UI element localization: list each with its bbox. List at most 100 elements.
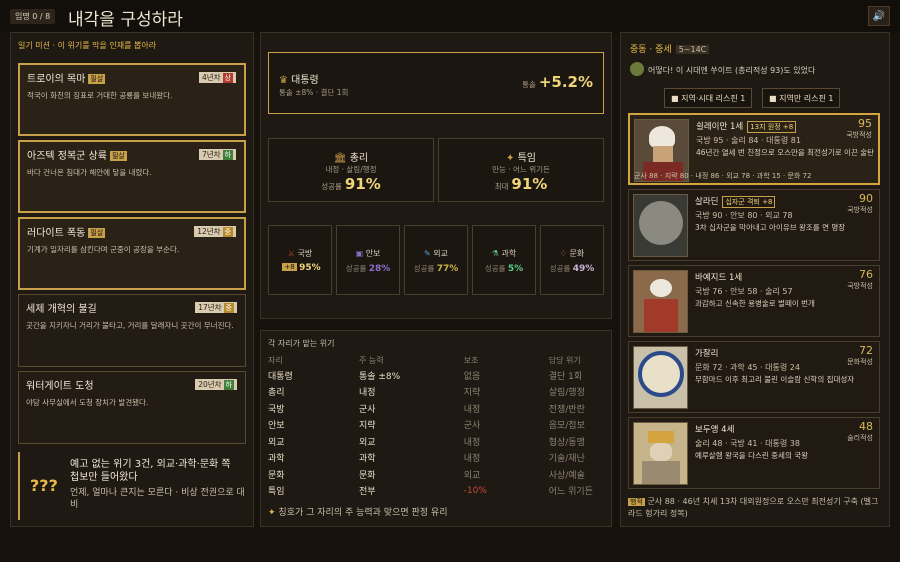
mystery-line1: 예고 없는 위기 3건, 외교·과학·문화 쪽 첩보만 들어왔다 xyxy=(70,459,231,483)
note-badge: 행적 xyxy=(628,498,645,506)
bonus-value: +5.2% xyxy=(538,73,593,91)
table-cell: 대통령 xyxy=(268,371,293,382)
mission-tag: 필살 xyxy=(88,74,106,84)
slot-label: 과학 xyxy=(501,249,517,258)
quill-icon: ✎ xyxy=(424,249,431,258)
advisor-text: 어떻다! 이 시대엔 쑤이트 (총리적성 93)도 있었다 xyxy=(648,66,816,75)
aptitude-value: 76 xyxy=(859,268,873,281)
page-title: 내각을 구성하라 xyxy=(68,10,183,30)
mission-title: 세제 개혁의 불길 xyxy=(26,304,97,315)
table-cell: 외교 xyxy=(268,437,285,448)
candidate-name: 가잘리 xyxy=(695,349,719,359)
slot-sub: 내정 · 살림/행정 xyxy=(325,165,377,174)
mission-card[interactable]: 세제 개혁의 불길 17년차 중 곳간을 지키자니 거리가 불타고, 거리를 달래… xyxy=(18,294,246,367)
slot-sub: 통솔 ±8% · 결단 1회 xyxy=(279,88,349,97)
chief-slot[interactable]: 🏛 총리 내정 · 살림/행정 성공률 91% xyxy=(268,138,434,202)
table-header: 자리 xyxy=(268,356,283,365)
speaker-icon[interactable]: 🔊 xyxy=(868,6,890,26)
table-cell: 어느 위기든 xyxy=(548,487,593,498)
mission-years: 17년차 xyxy=(198,303,222,312)
era-name: 중동 · 중세 xyxy=(630,45,672,55)
crown-icon: ♛ xyxy=(279,75,288,86)
president-slot[interactable]: ♛ 대통령 통솔 ±8% · 결단 1회 통솔 +5.2% xyxy=(268,52,604,114)
mission-title: 러다이트 폭동 xyxy=(27,228,86,239)
slot-label: 안보 xyxy=(365,249,381,258)
table-cell: 내정 xyxy=(463,454,481,465)
defense-slot[interactable]: ⚔ 국방 +8 95% xyxy=(268,225,332,295)
rate-label: 성공률 xyxy=(484,264,506,273)
candidate-card[interactable]: 가잘리 72 문화적성 문화 72 · 과학 45 · 대통령 24 무함마드 이… xyxy=(628,341,880,413)
table-cell: 지략 xyxy=(358,421,376,432)
era-label: 중동 · 중세 5~14C xyxy=(630,42,710,55)
reroll-label: 지역만 리스핀 1 xyxy=(779,93,834,103)
bonus-label: 통솔 xyxy=(522,80,536,89)
building-icon: 🏛 xyxy=(333,153,347,164)
table-cell: 없음 xyxy=(463,371,481,382)
reroll-label: 지역·시대 리스핀 1 xyxy=(681,93,746,103)
mission-desc: 야당 사무실에서 도청 장치가 발견됐다. xyxy=(26,398,149,407)
candidate-desc: 무함마드 이후 최고리 불린 이슬람 신학의 집대성자 xyxy=(695,375,855,384)
rate-value: 28% xyxy=(368,264,391,274)
slot-sub: 만능 · 어느 위기든 xyxy=(492,165,550,174)
table-cell: 안보 xyxy=(268,421,285,432)
selected-note: 행적 군사 88 · 46년 치세 13차 대외원정으로 오스만 최전성기 구축… xyxy=(628,496,883,519)
mission-years: 20년차 xyxy=(198,380,222,389)
slot-label: 대통령 xyxy=(291,75,319,86)
rate-label: 성공률 xyxy=(345,264,367,273)
mission-title: 아즈텍 정복군 상륙 xyxy=(27,151,107,162)
table-cell: 외교 xyxy=(463,470,481,481)
reroll-icon: ■ xyxy=(671,93,682,103)
candidate-card[interactable]: 쉴레이만 1세 13지 원정 +8 95 국방적성 국방 95 · 술리 84 · … xyxy=(628,113,880,185)
difficulty-badge: 하 xyxy=(223,380,234,390)
table-cell: 문화 xyxy=(268,470,285,481)
table-header: 주 능력 xyxy=(358,356,384,365)
mission-card[interactable]: 러다이트 폭동 필살 12년차 중 기계가 일자리를 삼킨다며 군중이 공장을 부순… xyxy=(18,217,246,290)
rate-value: 91% xyxy=(511,175,548,193)
table-cell: 과학 xyxy=(268,454,285,465)
mission-desc: 적국이 화친의 징표로 거대한 공룡를 보내왔다. xyxy=(27,91,173,100)
portrait xyxy=(633,270,688,333)
diplomacy-slot[interactable]: ✎ 외교 성공률 77% xyxy=(404,225,468,295)
candidate-card[interactable]: 보두앵 4세 48 술리적성 술리 48 · 국방 41 · 대통령 38 예루살… xyxy=(628,417,880,489)
table-cell: 협상/동맹 xyxy=(548,437,585,448)
table-row: 과학 과학 내정 기술/재난 xyxy=(268,450,608,467)
table-cell: 특임 xyxy=(268,487,285,498)
table-cell: 결단 1회 xyxy=(548,371,583,382)
candidate-name: 바예지드 1세 xyxy=(695,273,743,283)
mission-years: 12년차 xyxy=(197,227,221,236)
security-slot[interactable]: ▣ 안보 성공률 28% xyxy=(336,225,400,295)
reroll-region-button[interactable]: ■ 지역만 리스핀 1 xyxy=(762,88,841,108)
candidate-name: 쉴레이만 1세 xyxy=(696,122,744,132)
mission-title: 트로이의 목마 xyxy=(27,74,86,85)
mystery-crisis: ??? 예고 없는 위기 3건, 외교·과학·문화 쪽 첩보만 들어왔다 언제,… xyxy=(18,452,246,520)
star-icon: ✦ xyxy=(506,153,515,164)
candidate-stats: 국방 90 · 안보 80 · 외교 78 xyxy=(695,211,793,220)
mission-card[interactable]: 트로이의 목마 필살 4년차 상 적국이 화친의 징표로 거대한 공룡를 보내왔다. xyxy=(18,63,246,136)
table-header: 담당 위기 xyxy=(548,356,581,365)
aptitude-label: 술리적성 xyxy=(847,434,873,442)
culture-slot[interactable]: ♢ 문화 성공률 49% xyxy=(540,225,604,295)
candidate-card[interactable]: 살라딘 십자군 격퇴 +8 90 국방적성 국방 90 · 안보 80 · 외교 7… xyxy=(628,189,880,261)
table-row: 안보 지략 군사 음모/첩보 xyxy=(268,417,608,434)
reroll-era-button[interactable]: ■ 지역·시대 리스핀 1 xyxy=(664,88,753,108)
mission-desc: 곳간을 지키자니 거리가 불타고, 거리를 달래자니 곳간이 무너진다. xyxy=(26,321,234,330)
table-cell: 총리 xyxy=(268,388,285,399)
mission-card[interactable]: 워터게이트 도청 20년차 하 야당 사무실에서 도청 장치가 발견됐다. xyxy=(18,371,246,444)
aptitude-label: 국방적성 xyxy=(846,131,872,139)
slot-label: 특임 xyxy=(517,153,536,164)
candidate-name: 보두앵 4세 xyxy=(695,425,735,435)
special-slot[interactable]: ✦ 특임 만능 · 어느 위기든 최대 91% xyxy=(438,138,604,202)
round-counter: 임명 0 / 8 xyxy=(10,9,56,24)
bonus-badge: +8 xyxy=(282,263,297,271)
flask-icon: ⚗ xyxy=(491,249,499,258)
mission-card[interactable]: 아즈텍 정복군 상륙 필살 7년차 하 바다 건너온 침대가 해안에 닿을 내렸다. xyxy=(18,140,246,213)
portrait xyxy=(633,422,688,485)
rate-value: 91% xyxy=(344,175,381,193)
table-cell: -10% xyxy=(463,485,487,496)
science-slot[interactable]: ⚗ 과학 성공률 5% xyxy=(472,225,536,295)
role-table: 자리 주 능력 보조 담당 위기 대통령 통솔 ±8% 없음 결단 1회 총리 내정 지략… xyxy=(268,354,608,499)
table-cell: 외교 xyxy=(358,437,376,448)
candidate-card[interactable]: 바예지드 1세 76 국방적성 국방 76 · 안보 58 · 술리 57 과감하… xyxy=(628,265,880,337)
rate-label: 최대 xyxy=(494,182,509,191)
table-header-row: 자리 주 능력 보조 담당 위기 xyxy=(268,354,608,367)
